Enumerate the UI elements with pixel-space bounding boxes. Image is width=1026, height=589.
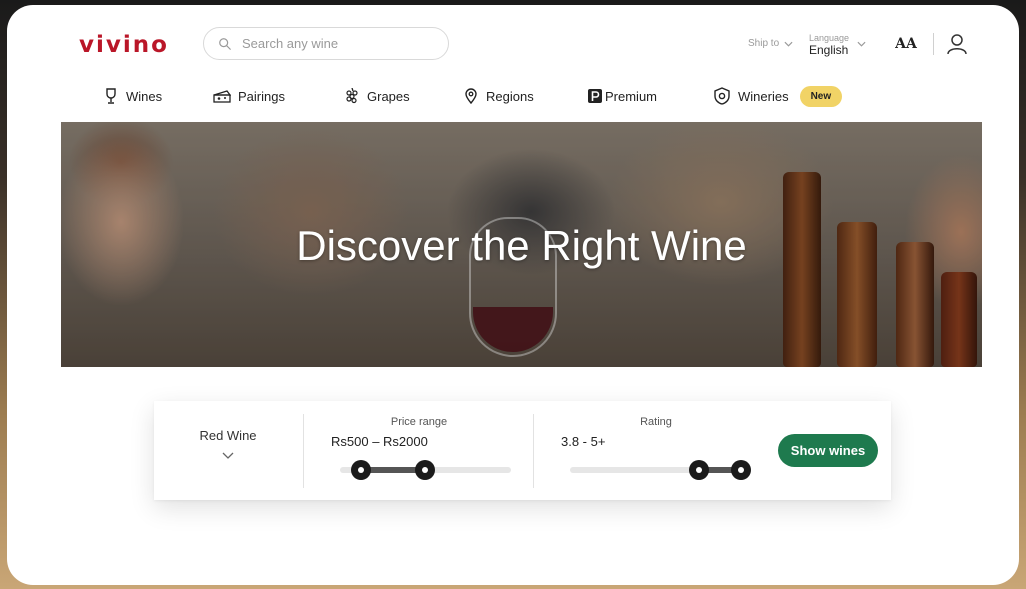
search-icon: [219, 37, 231, 50]
nav-item-wines[interactable]: Wines: [103, 84, 162, 108]
price-min-handle[interactable]: [351, 460, 371, 480]
show-wines-button[interactable]: Show wines: [778, 434, 878, 467]
price-range-value: Rs500 – Rs2000: [331, 434, 428, 449]
nav-label: Grapes: [367, 88, 410, 104]
vivino-logo[interactable]: vivino: [79, 32, 169, 58]
nav-label: Premium: [605, 88, 658, 104]
header-divider: [933, 33, 934, 55]
chevron-down-icon: [784, 41, 793, 47]
rating-label: Rating: [640, 416, 672, 428]
wine-type-dropdown[interactable]: Red Wine: [154, 401, 302, 500]
wine-glass-icon: [106, 88, 116, 104]
nav-item-grapes[interactable]: Grapes: [344, 84, 410, 108]
ship-to-selector[interactable]: Ship to: [748, 38, 793, 49]
nav-item-regions[interactable]: Regions: [463, 84, 534, 108]
nav-item-premium[interactable]: Premium: [587, 84, 657, 108]
chevron-down-icon: [857, 41, 866, 47]
new-badge: New: [799, 85, 843, 107]
user-account-button[interactable]: [946, 32, 968, 56]
price-range-slider[interactable]: [340, 460, 511, 480]
font-size-button[interactable]: AA: [891, 31, 921, 57]
rating-slider[interactable]: [570, 460, 751, 480]
map-pin-icon: [465, 88, 477, 104]
nav-item-wineries[interactable]: Wineries New: [713, 84, 843, 108]
price-max-handle[interactable]: [415, 460, 435, 480]
nav-item-pairings[interactable]: Pairings: [213, 84, 285, 108]
nav-label: Pairings: [238, 88, 285, 104]
hero-title: Discover the Right Wine: [296, 222, 747, 269]
wine-filter-card: Red Wine Price range Rs500 – Rs2000 Rati…: [154, 401, 891, 500]
ship-to-label: Ship to: [748, 38, 780, 49]
search-bar[interactable]: [203, 27, 449, 60]
main-nav: Wines Pairings Grapes Regions Premium Wi…: [7, 84, 1019, 108]
price-range-label: Price range: [390, 416, 448, 428]
rating-min-handle[interactable]: [689, 460, 709, 480]
chevron-down-icon: [222, 452, 234, 459]
cheese-icon: [213, 90, 231, 103]
rating-max-handle[interactable]: [731, 460, 751, 480]
grapes-icon: [346, 88, 358, 104]
nav-label: Regions: [486, 88, 534, 104]
app-window: vivino Ship to Language English AA: [7, 5, 1019, 585]
nav-label: Wineries: [738, 88, 789, 104]
language-value: English: [809, 43, 849, 57]
nav-label: Wines: [126, 88, 163, 104]
wine-type-value: Red Wine: [199, 428, 257, 443]
language-selector[interactable]: Language English: [809, 32, 866, 56]
premium-icon: [588, 89, 602, 103]
search-input[interactable]: [242, 36, 432, 51]
rating-value: 3.8 - 5+: [561, 434, 606, 449]
shield-icon: [714, 87, 730, 105]
hero-banner: Discover the Right Wine: [61, 122, 982, 367]
user-icon: [947, 34, 967, 55]
